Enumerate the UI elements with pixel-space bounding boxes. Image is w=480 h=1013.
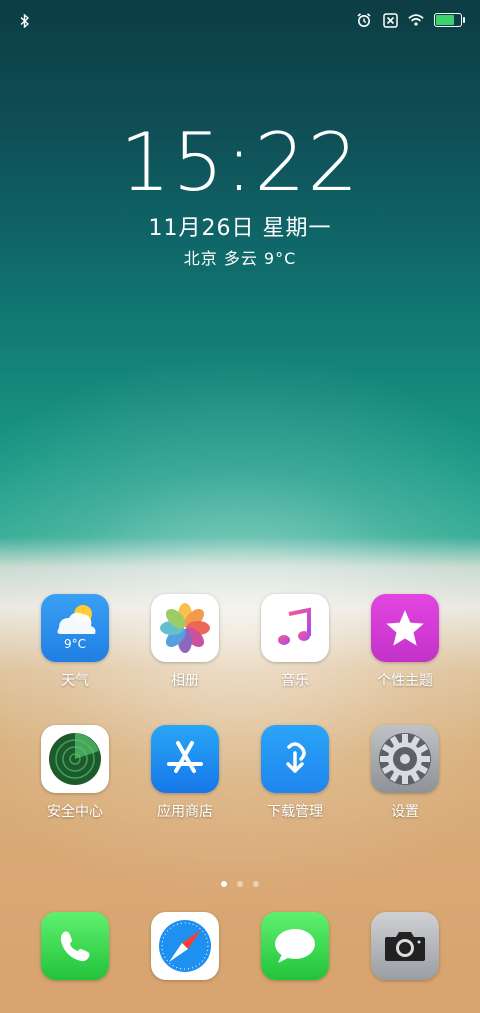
settings-gear-icon [371,725,439,793]
app-themes[interactable]: 个性主题 [355,594,455,690]
app-label: 相册 [171,673,199,689]
app-store-icon [151,725,219,793]
weather-summary: 北京 多云 9°C [183,249,297,268]
app-label: 设置 [391,804,419,820]
app-music[interactable]: 音乐 [245,594,345,690]
app-label: 个性主题 [377,673,433,689]
photos-icon [151,594,219,662]
app-downloads[interactable]: 下载管理 [245,725,345,821]
messages-icon [261,912,329,980]
dock-phone[interactable] [25,912,125,980]
themes-icon [371,594,439,662]
dock-safari[interactable] [135,912,235,980]
page-dot[interactable] [237,881,243,887]
alarm-icon [356,12,372,28]
download-icon [261,725,329,793]
app-weather[interactable]: 9°C 天气 [25,594,125,690]
app-label: 应用商店 [157,804,213,820]
bluetooth-icon [20,13,30,32]
page-indicator[interactable] [0,872,480,891]
app-label: 音乐 [281,673,309,689]
weather-icon-temp: 9°C [63,637,86,651]
music-icon [261,594,329,662]
app-label: 下载管理 [267,804,323,820]
app-store[interactable]: 应用商店 [135,725,235,821]
app-photos[interactable]: 相册 [135,594,235,690]
dock-messages[interactable] [245,912,345,980]
app-label: 安全中心 [47,804,103,820]
page-dot[interactable] [221,881,227,887]
safari-compass-icon [151,912,219,980]
app-settings[interactable]: 设置 [355,725,455,821]
weather-icon: 9°C [41,594,109,662]
clock-time: 15:22 [119,116,361,209]
page-dot[interactable] [253,881,259,887]
wifi-icon [408,12,424,28]
camera-icon [371,912,439,980]
status-bar [0,0,480,46]
app-label: 天气 [61,673,89,689]
sim-off-icon [382,12,398,28]
dock-camera[interactable] [355,912,455,980]
battery-charging-icon [434,13,465,27]
date-label: 11月26日 星期一 [148,216,332,241]
phone-icon [41,912,109,980]
app-security[interactable]: 安全中心 [25,725,125,821]
security-radar-icon [41,725,109,793]
